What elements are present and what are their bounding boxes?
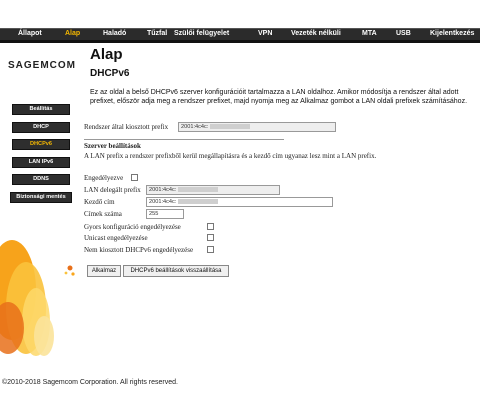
address-count-value: 255 [149,211,159,217]
non-assigned-dhcpv6-checkbox[interactable] [207,246,214,253]
enabled-label: Engedélyezve [84,174,124,182]
masked-value [178,187,219,193]
lan-prefix-label: LAN delegált prefix [84,186,141,194]
start-address-input[interactable]: 2001:4c4c: [146,197,333,207]
logo-text: Sagemcom [8,60,76,71]
non-assigned-dhcpv6-label: Nem kiosztott DHCPv6 engedélyezése [84,246,194,254]
address-count-label: Címek száma [84,210,122,218]
nav-mta[interactable]: MTA [362,30,377,37]
nav-usb[interactable]: USB [396,30,411,37]
copyright-footer: ©2010-2018 Sagemcom Corporation. All rig… [2,379,178,386]
reset-dhcpv6-button[interactable]: DHCPv6 beállítások visszaállítása [123,265,229,277]
header-divider [0,40,480,43]
page-subtitle: DHCPv6 [90,68,130,79]
nav-tuzfal[interactable]: Tűzfal [147,30,167,37]
enabled-checkbox[interactable] [131,174,138,181]
address-count-input[interactable]: 255 [146,209,184,219]
system-prefix-value: 2001:4c4c: [181,124,209,130]
top-navigation: Állapot Alap Haladó Tűzfal Szülői felügy… [0,0,480,41]
start-address-value: 2001:4c4c: [149,199,177,205]
rapid-config-label: Gyors konfiguráció engedélyezése [84,223,181,231]
nav-halado[interactable]: Haladó [103,30,126,37]
nav-allapot[interactable]: Állapot [18,30,42,37]
lan-prefix-value: 2001:4c4c: [149,187,177,193]
sidebar-item-lan-ipv6[interactable]: LAN IPv6 [12,157,70,168]
nav-alap[interactable]: Alap [65,30,80,37]
lan-prefix-field: 2001:4c4c: [146,185,280,195]
server-settings-heading: Szerver beállítások [84,142,141,150]
system-prefix-label: Rendszer által kiosztott prefix [84,123,169,131]
page-intro: Ez az oldal a belső DHCPv6 szerver konfi… [90,89,468,105]
sidebar-item-dhcpv6[interactable]: DHCPv6 [12,139,70,150]
sidebar-item-beallitas[interactable]: Beállítás [12,104,70,115]
sidebar-item-ddns[interactable]: DDNS [12,174,70,185]
server-settings-description: A LAN prefix a rendszer prefixből kerül … [84,152,377,160]
system-prefix-field: 2001:4c4c: [178,122,336,132]
nav-kijelentkezes[interactable]: Kijelentkezés [430,30,474,37]
start-address-label: Kezdő cím [84,198,115,206]
sidebar-item-dhcp[interactable]: DHCP [12,122,70,133]
nav-vezetek-nelkuli[interactable]: Vezeték nélküli [291,30,341,37]
sidebar-item-biztonsagi-mentes[interactable]: Biztonsági mentés [10,192,72,203]
nav-vpn[interactable]: VPN [258,30,272,37]
decorative-swirl-graphic [0,240,75,356]
unicast-label: Unicast engedélyezése [84,234,148,242]
unicast-checkbox[interactable] [207,234,214,241]
rapid-config-checkbox[interactable] [207,223,214,230]
nav-szuloi-felugyelet[interactable]: Szülői felügyelet [174,30,229,37]
section-divider [84,139,284,140]
apply-button[interactable]: Alkalmaz [87,265,121,277]
masked-value [210,124,251,130]
sagemcom-logo: Sagemcom [8,60,76,71]
masked-value [178,199,219,205]
page-title: Alap [90,46,123,63]
